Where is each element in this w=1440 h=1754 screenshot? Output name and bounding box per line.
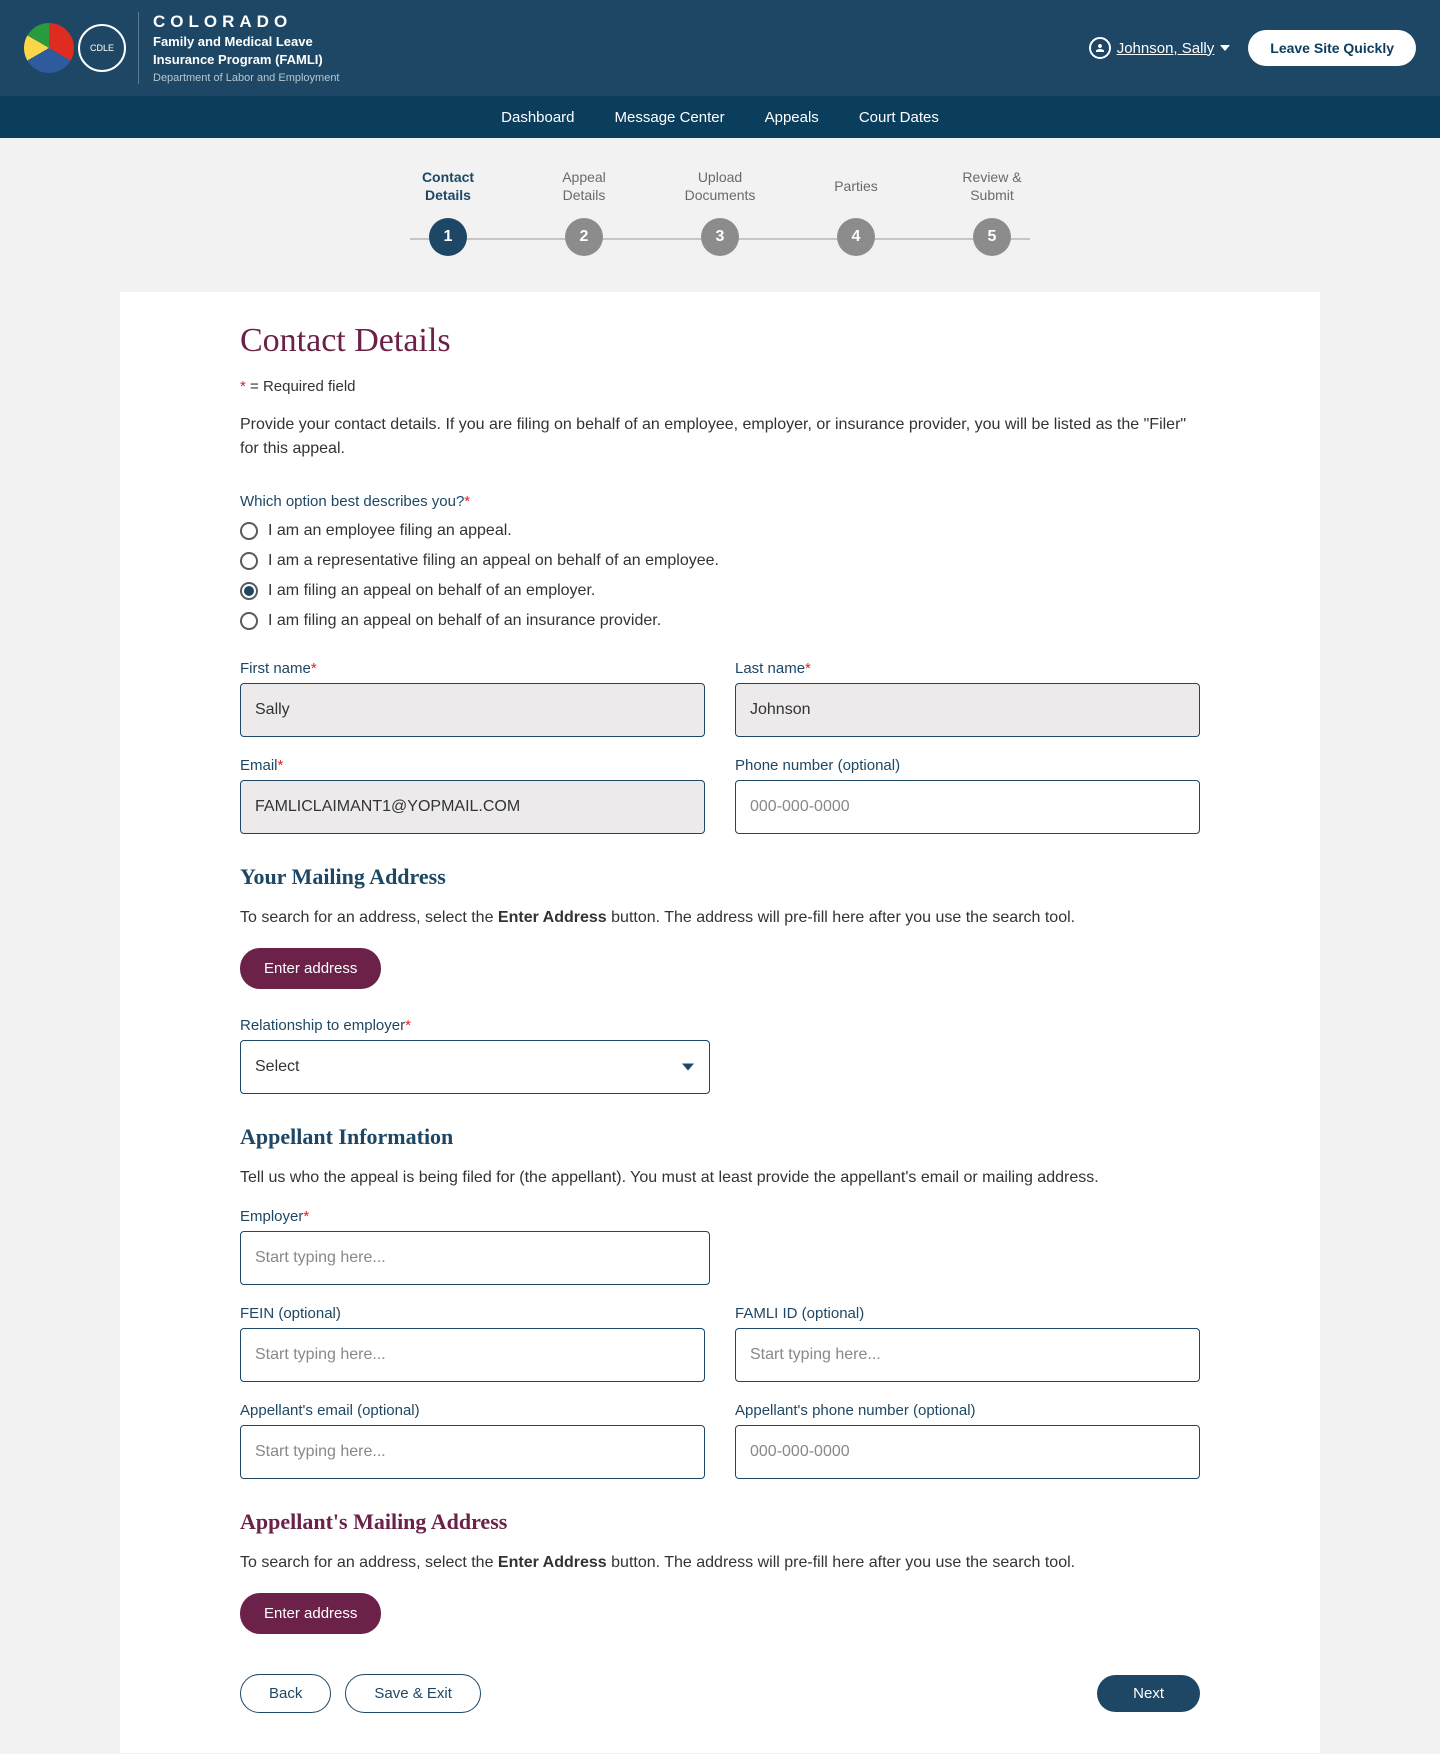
last-name-label: Last name*	[735, 660, 1200, 677]
email-label: Email*	[240, 757, 705, 774]
logo-title: COLORADO	[153, 12, 340, 32]
logo-icons: CDLE	[24, 23, 126, 73]
colorado-c-icon	[24, 23, 74, 73]
page-title: Contact Details	[240, 322, 1200, 360]
nav-message-center[interactable]: Message Center	[615, 109, 725, 126]
filer-type-group: Which option best describes you?* I am a…	[240, 493, 1200, 630]
user-name: Johnson, Sally	[1117, 40, 1215, 57]
step-3[interactable]: UploadDocuments 3	[652, 166, 788, 256]
mailing-title: Your Mailing Address	[240, 864, 1200, 890]
appellant-email-label: Appellant's email (optional)	[240, 1402, 705, 1419]
radio-icon	[240, 582, 258, 600]
relationship-label: Relationship to employer*	[240, 1017, 1200, 1034]
appellant-email-input[interactable]	[240, 1425, 705, 1479]
logo-sub2: Insurance Program (FAMLI)	[153, 52, 340, 68]
appellant-mailing-title: Appellant's Mailing Address	[240, 1509, 1200, 1535]
nav-appeals[interactable]: Appeals	[765, 109, 819, 126]
nav-dashboard[interactable]: Dashboard	[501, 109, 574, 126]
appellant-mailing-text: To search for an address, select the Ent…	[240, 1551, 1200, 1575]
employer-input[interactable]	[240, 1231, 710, 1285]
famli-id-label: FAMLI ID (optional)	[735, 1305, 1200, 1322]
phone-input[interactable]	[735, 780, 1200, 834]
relationship-select[interactable]: Select	[240, 1040, 710, 1094]
step-4[interactable]: Parties 4	[788, 166, 924, 256]
radio-icon	[240, 522, 258, 540]
required-note: * = Required field	[240, 378, 1200, 395]
radio-icon	[240, 612, 258, 630]
logo-sub1: Family and Medical Leave	[153, 34, 340, 50]
appellant-title: Appellant Information	[240, 1124, 1200, 1150]
back-button[interactable]: Back	[240, 1674, 331, 1713]
radio-option-4[interactable]: I am filing an appeal on behalf of an in…	[240, 612, 1200, 630]
main-nav: Dashboard Message Center Appeals Court D…	[0, 96, 1440, 138]
app-header: CDLE COLORADO Family and Medical Leave I…	[0, 0, 1440, 96]
footer-buttons: Back Save & Exit Next	[240, 1674, 1200, 1713]
appellant-text: Tell us who the appeal is being filed fo…	[240, 1166, 1200, 1190]
appellant-enter-address-button[interactable]: Enter address	[240, 1593, 381, 1634]
next-button[interactable]: Next	[1097, 1675, 1200, 1712]
logo-text: COLORADO Family and Medical Leave Insura…	[138, 12, 340, 83]
step-2[interactable]: AppealDetails 2	[516, 166, 652, 256]
page-intro: Provide your contact details. If you are…	[240, 413, 1200, 461]
phone-label: Phone number (optional)	[735, 757, 1200, 774]
appellant-phone-label: Appellant's phone number (optional)	[735, 1402, 1200, 1419]
first-name-input[interactable]	[240, 683, 705, 737]
radio-icon	[240, 552, 258, 570]
famli-id-input[interactable]	[735, 1328, 1200, 1382]
step-5[interactable]: Review &Submit 5	[924, 166, 1060, 256]
employer-label: Employer*	[240, 1208, 710, 1225]
appellant-phone-input[interactable]	[735, 1425, 1200, 1479]
first-name-label: First name*	[240, 660, 705, 677]
filer-type-label: Which option best describes you?*	[240, 493, 1200, 510]
mailing-text: To search for an address, select the Ent…	[240, 906, 1200, 930]
logo-block: CDLE COLORADO Family and Medical Leave I…	[24, 12, 340, 83]
header-right: Johnson, Sally Leave Site Quickly	[1089, 30, 1416, 66]
chevron-down-icon	[1220, 45, 1230, 51]
fein-input[interactable]	[240, 1328, 705, 1382]
step-1[interactable]: ContactDetails 1	[380, 166, 516, 256]
progress-stepper: ContactDetails 1 AppealDetails 2 UploadD…	[0, 138, 1440, 292]
user-menu[interactable]: Johnson, Sally	[1089, 37, 1231, 59]
save-exit-button[interactable]: Save & Exit	[345, 1674, 481, 1713]
last-name-input[interactable]	[735, 683, 1200, 737]
email-input[interactable]	[240, 780, 705, 834]
enter-address-button[interactable]: Enter address	[240, 948, 381, 989]
radio-option-1[interactable]: I am an employee filing an appeal.	[240, 522, 1200, 540]
main-content: Contact Details * = Required field Provi…	[120, 292, 1320, 1753]
logo-dept: Department of Labor and Employment	[153, 72, 340, 84]
radio-option-3[interactable]: I am filing an appeal on behalf of an em…	[240, 582, 1200, 600]
fein-label: FEIN (optional)	[240, 1305, 705, 1322]
cdle-seal-icon: CDLE	[78, 24, 126, 72]
leave-site-button[interactable]: Leave Site Quickly	[1248, 30, 1416, 66]
nav-court-dates[interactable]: Court Dates	[859, 109, 939, 126]
radio-option-2[interactable]: I am a representative filing an appeal o…	[240, 552, 1200, 570]
user-icon	[1089, 37, 1111, 59]
chevron-down-icon	[682, 1064, 694, 1071]
